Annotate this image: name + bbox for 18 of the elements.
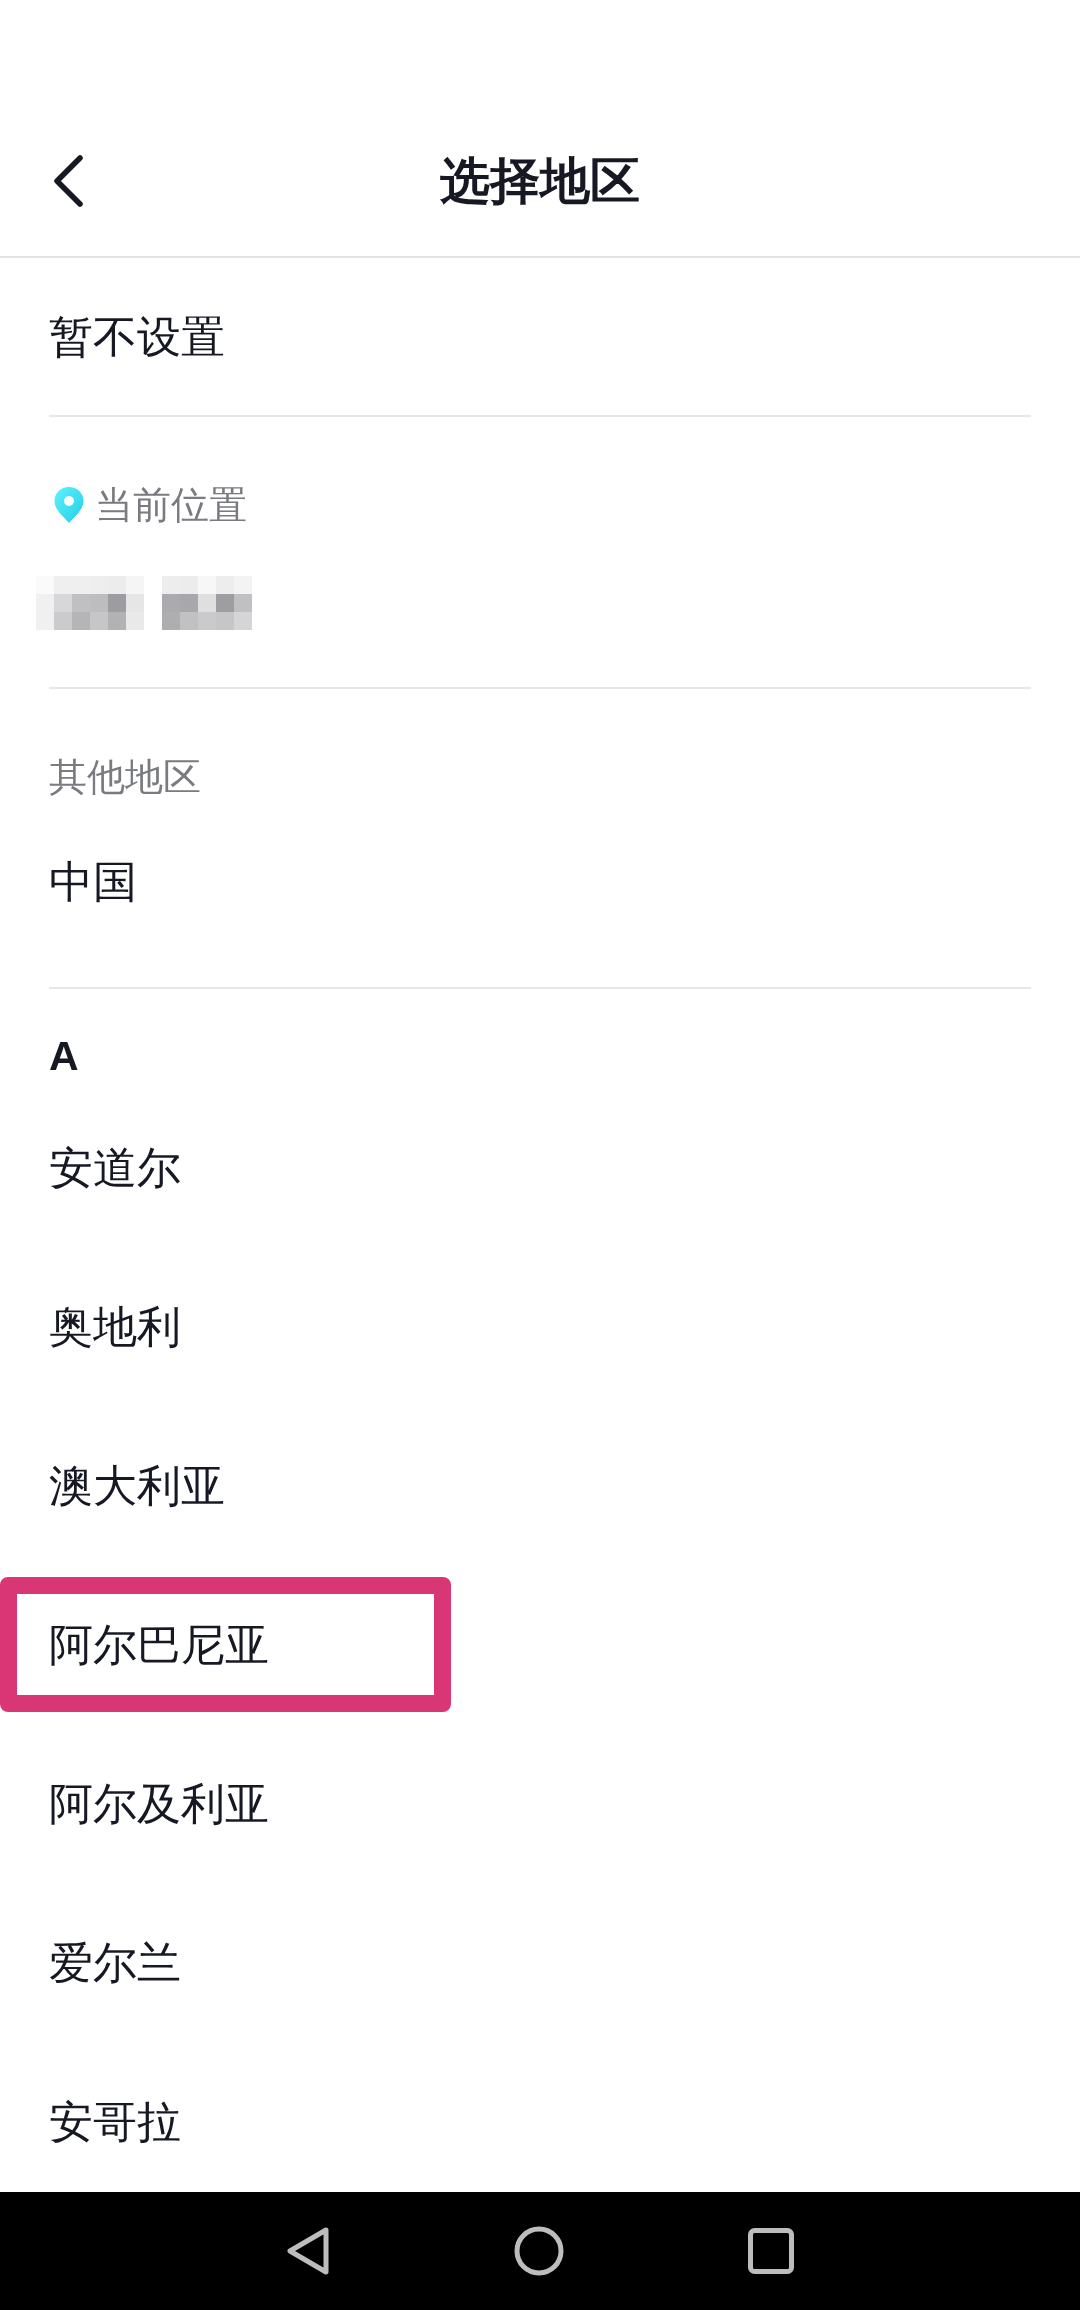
country-option[interactable]: 澳大利亚 <box>49 1458 225 1513</box>
page-title: 选择地区 <box>440 151 640 211</box>
country-option[interactable]: 奥地利 <box>49 1299 181 1354</box>
country-option[interactable]: 爱尔兰 <box>49 1935 181 1990</box>
region-option[interactable]: 中国 <box>49 854 137 909</box>
square-recents-icon[interactable] <box>748 2228 794 2274</box>
triangle-back-icon[interactable] <box>286 2226 330 2276</box>
region-option[interactable]: 暂不设置 <box>49 309 225 364</box>
location-pin-icon <box>53 486 85 524</box>
country-option[interactable]: 安哥拉 <box>49 2094 181 2149</box>
circle-home-icon[interactable] <box>514 2226 564 2276</box>
country-option[interactable]: 阿尔巴尼亚 <box>49 1617 269 1672</box>
index-letter: A <box>49 1032 79 1081</box>
country-option[interactable]: 安道尔 <box>49 1140 181 1195</box>
back-icon[interactable] <box>52 154 84 208</box>
country-option[interactable]: 阿尔及利亚 <box>49 1776 269 1831</box>
section-label: 其他地区 <box>49 754 201 801</box>
section-label: 当前位置 <box>95 482 247 529</box>
